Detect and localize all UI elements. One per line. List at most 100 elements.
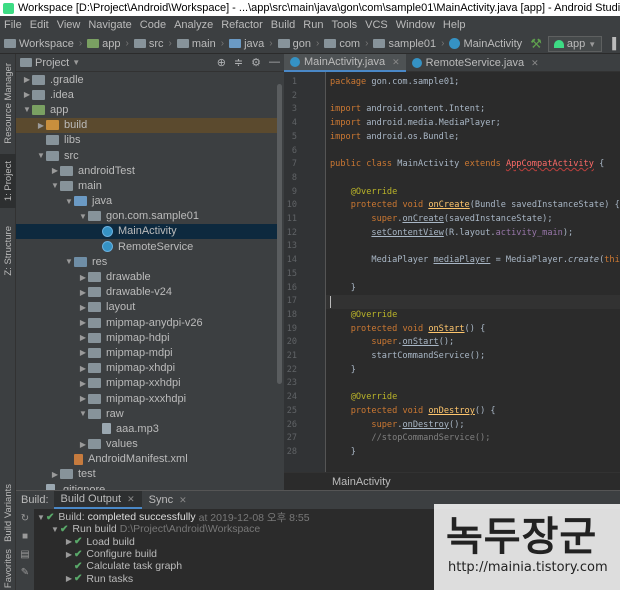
menu-item-file[interactable]: File	[0, 19, 26, 31]
menu-item-navigate[interactable]: Navigate	[84, 19, 135, 31]
menu-item-code[interactable]: Code	[136, 19, 170, 31]
tree-item[interactable]: RemoteService	[16, 239, 278, 254]
tree-item[interactable]: ▶ mipmap-anydpi-v26	[16, 315, 278, 330]
close-icon[interactable]: ✕	[127, 494, 135, 505]
tree-item[interactable]: ▶ drawable-v24	[16, 285, 278, 300]
expanded-arrow-icon[interactable]: ▼	[64, 257, 74, 266]
collapse-all-icon[interactable]: ≑	[234, 56, 243, 69]
collapsed-arrow-icon[interactable]: ▶	[78, 379, 88, 388]
code-editor[interactable]: package gon.com.sample01; import android.…	[326, 72, 620, 472]
collapsed-arrow-icon[interactable]: ▶	[36, 121, 46, 130]
run-configuration-select[interactable]: app ▼	[547, 36, 603, 52]
toggle-view-icon[interactable]: ▤	[16, 545, 34, 563]
expanded-arrow-icon[interactable]: ▼	[64, 197, 74, 206]
locate-icon[interactable]: ⊕	[217, 56, 226, 69]
collapsed-arrow-icon[interactable]: ▶	[78, 440, 88, 449]
close-icon[interactable]: ✕	[392, 57, 400, 68]
collapsed-arrow-icon[interactable]: ▶	[64, 550, 74, 559]
tree-item[interactable]: ▶ androidTest	[16, 163, 278, 178]
gear-icon[interactable]: ⚙	[251, 56, 261, 69]
breadcrumb-item[interactable]: MainActivity	[449, 38, 522, 50]
breadcrumb-item[interactable]: com ›	[324, 38, 373, 50]
collapsed-arrow-icon[interactable]: ▶	[64, 574, 74, 583]
tree-item[interactable]: AndroidManifest.xml	[16, 452, 278, 467]
collapsed-arrow-icon[interactable]: ▶	[78, 318, 88, 327]
project-tab[interactable]: 1: Project	[0, 154, 16, 208]
tree-item[interactable]: ▶ .idea	[16, 87, 278, 102]
menu-item-refactor[interactable]: Refactor	[217, 19, 267, 31]
menu-item-vcs[interactable]: VCS	[361, 19, 392, 31]
collapsed-arrow-icon[interactable]: ▶	[78, 348, 88, 357]
tree-item[interactable]: aaa.mp3	[16, 421, 278, 436]
make-project-hammer-icon[interactable]: ⚒	[530, 36, 542, 52]
tree-item[interactable]: ▼ app	[16, 102, 278, 117]
overflow-icon[interactable]: ▐	[608, 38, 616, 50]
tree-item[interactable]: ▶ drawable	[16, 269, 278, 284]
breadcrumb-item[interactable]: src ›	[133, 38, 177, 50]
menu-item-build[interactable]: Build	[267, 19, 299, 31]
tree-item[interactable]: ▶ mipmap-hdpi	[16, 330, 278, 345]
collapsed-arrow-icon[interactable]: ▶	[22, 75, 32, 84]
tree-item[interactable]: ▶ layout	[16, 300, 278, 315]
collapsed-arrow-icon[interactable]: ▶	[22, 90, 32, 99]
expanded-arrow-icon[interactable]: ▼	[22, 105, 32, 114]
expanded-arrow-icon[interactable]: ▼	[50, 181, 60, 190]
breadcrumb-item[interactable]: sample01 ›	[373, 38, 449, 50]
editor-breadcrumb[interactable]: MainActivity	[284, 472, 620, 490]
structure-tab[interactable]: Z: Structure	[0, 220, 16, 282]
editor-tab[interactable]: MainActivity.java ✕	[284, 54, 406, 72]
rerun-icon[interactable]: ↻	[16, 509, 34, 527]
collapsed-arrow-icon[interactable]: ▶	[50, 166, 60, 175]
tree-item[interactable]: ▶ mipmap-mdpi	[16, 345, 278, 360]
menu-item-help[interactable]: Help	[439, 19, 470, 31]
breadcrumb-item[interactable]: Workspace ›	[4, 38, 87, 50]
breadcrumb-item[interactable]: java ›	[229, 38, 278, 50]
breadcrumb-item[interactable]: gon ›	[277, 38, 325, 50]
tab-build-output[interactable]: Build Output ✕	[53, 491, 142, 509]
tree-item[interactable]: ▶ build	[16, 117, 278, 133]
tree-item[interactable]: ▼ gon.com.sample01	[16, 209, 278, 224]
collapsed-arrow-icon[interactable]: ▶	[78, 333, 88, 342]
tree-item[interactable]: ▶ values	[16, 437, 278, 452]
tree-item[interactable]: ▶ test	[16, 467, 278, 482]
breadcrumb-item[interactable]: main ›	[176, 38, 229, 50]
tree-item[interactable]: ▼ raw	[16, 406, 278, 421]
expanded-arrow-icon[interactable]: ▼	[36, 513, 46, 522]
stop-icon[interactable]: ■	[16, 527, 34, 545]
pin-icon[interactable]: ✎	[16, 563, 34, 581]
menu-item-analyze[interactable]: Analyze	[170, 19, 217, 31]
close-icon[interactable]: ✕	[179, 495, 187, 506]
collapsed-arrow-icon[interactable]: ▶	[78, 364, 88, 373]
tree-item[interactable]: ▶ mipmap-xhdpi	[16, 361, 278, 376]
menu-item-run[interactable]: Run	[299, 19, 327, 31]
menu-item-tools[interactable]: Tools	[327, 19, 361, 31]
tree-item[interactable]: ▼ res	[16, 254, 278, 269]
collapsed-arrow-icon[interactable]: ▶	[50, 470, 60, 479]
expanded-arrow-icon[interactable]: ▼	[78, 409, 88, 418]
favorites-tab[interactable]: Favorites	[0, 548, 16, 590]
collapsed-arrow-icon[interactable]: ▶	[64, 537, 74, 546]
resource-manager-tab[interactable]: Resource Manager	[0, 58, 16, 148]
tree-item[interactable]: ▼ src	[16, 148, 278, 163]
editor-tab[interactable]: RemoteService.java ✕	[406, 54, 545, 72]
tree-item[interactable]: libs	[16, 133, 278, 148]
project-scrollbar[interactable]	[277, 84, 282, 384]
tab-sync[interactable]: Sync ✕	[142, 491, 194, 509]
tree-item[interactable]: ▶ mipmap-xxhdpi	[16, 376, 278, 391]
breadcrumb-item[interactable]: app ›	[87, 38, 134, 50]
project-view-select[interactable]: Project ▼	[20, 57, 80, 69]
tree-item[interactable]: ▶ .gradle	[16, 72, 278, 87]
tree-item[interactable]: ▼ java	[16, 194, 278, 209]
tree-item[interactable]: MainActivity	[16, 223, 278, 240]
expanded-arrow-icon[interactable]: ▼	[50, 525, 60, 534]
close-icon[interactable]: ✕	[531, 58, 539, 69]
build-variants-tab[interactable]: Build Variants	[0, 484, 16, 542]
menu-item-window[interactable]: Window	[392, 19, 439, 31]
tree-item[interactable]: ▼ main	[16, 178, 278, 193]
expanded-arrow-icon[interactable]: ▼	[36, 151, 46, 160]
expanded-arrow-icon[interactable]: ▼	[78, 212, 88, 221]
tree-item[interactable]: .gitignore	[16, 482, 278, 490]
collapsed-arrow-icon[interactable]: ▶	[78, 303, 88, 312]
collapsed-arrow-icon[interactable]: ▶	[78, 273, 88, 282]
collapsed-arrow-icon[interactable]: ▶	[78, 394, 88, 403]
